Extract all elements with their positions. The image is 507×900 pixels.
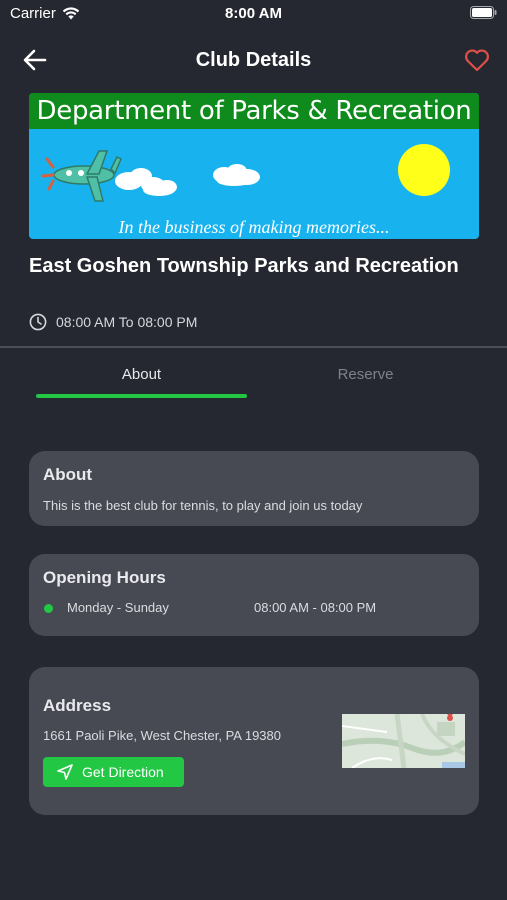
club-hours-text: 08:00 AM To 08:00 PM — [56, 314, 198, 330]
opening-hours-card: Opening Hours Monday - Sunday 08:00 AM -… — [29, 554, 479, 636]
navigation-arrow-icon — [57, 764, 73, 780]
address-card: Address 1661 Paoli Pike, West Chester, P… — [29, 667, 479, 815]
battery-icon — [470, 6, 497, 24]
tab-about[interactable]: About — [36, 366, 247, 383]
address-text: 1661 Paoli Pike, West Chester, PA 19380 — [43, 728, 281, 743]
status-bar: Carrier 8:00 AM — [0, 0, 507, 28]
about-text: This is the best club for tennis, to pla… — [43, 498, 363, 513]
map-image — [342, 714, 465, 768]
about-title: About — [43, 465, 93, 484]
heart-icon — [465, 49, 489, 72]
page-title: Club Details — [195, 49, 312, 71]
address-title: Address — [43, 696, 112, 715]
club-hours: 08:00 AM To 08:00 PM — [29, 313, 197, 331]
tab-reserve[interactable]: Reserve — [260, 366, 471, 383]
tab-active-indicator — [36, 394, 247, 398]
club-name: East Goshen Township Parks and Recreatio… — [29, 255, 459, 277]
divider — [0, 346, 507, 348]
status-time: 8:00 AM — [225, 5, 282, 22]
banner-tagline: In the business of making memories... — [118, 217, 390, 237]
get-direction-label: Get Direction — [82, 764, 164, 780]
banner-heading: Department of Parks & Recreation — [29, 93, 479, 129]
opening-hours-title: Opening Hours — [43, 568, 166, 587]
about-card: About This is the best club for tennis, … — [29, 451, 479, 526]
open-status-dot — [44, 604, 53, 613]
favorite-button[interactable] — [463, 46, 491, 74]
header: Club Details — [0, 40, 507, 80]
clock-icon — [29, 313, 47, 331]
club-banner-image: Department of Parks & Recreation In the … — [29, 93, 479, 239]
get-direction-button[interactable]: Get Direction — [43, 757, 184, 787]
opening-hours-range: 08:00 AM - 08:00 PM — [254, 600, 377, 615]
opening-days: Monday - Sunday — [67, 600, 169, 615]
map-thumbnail[interactable] — [342, 714, 465, 768]
